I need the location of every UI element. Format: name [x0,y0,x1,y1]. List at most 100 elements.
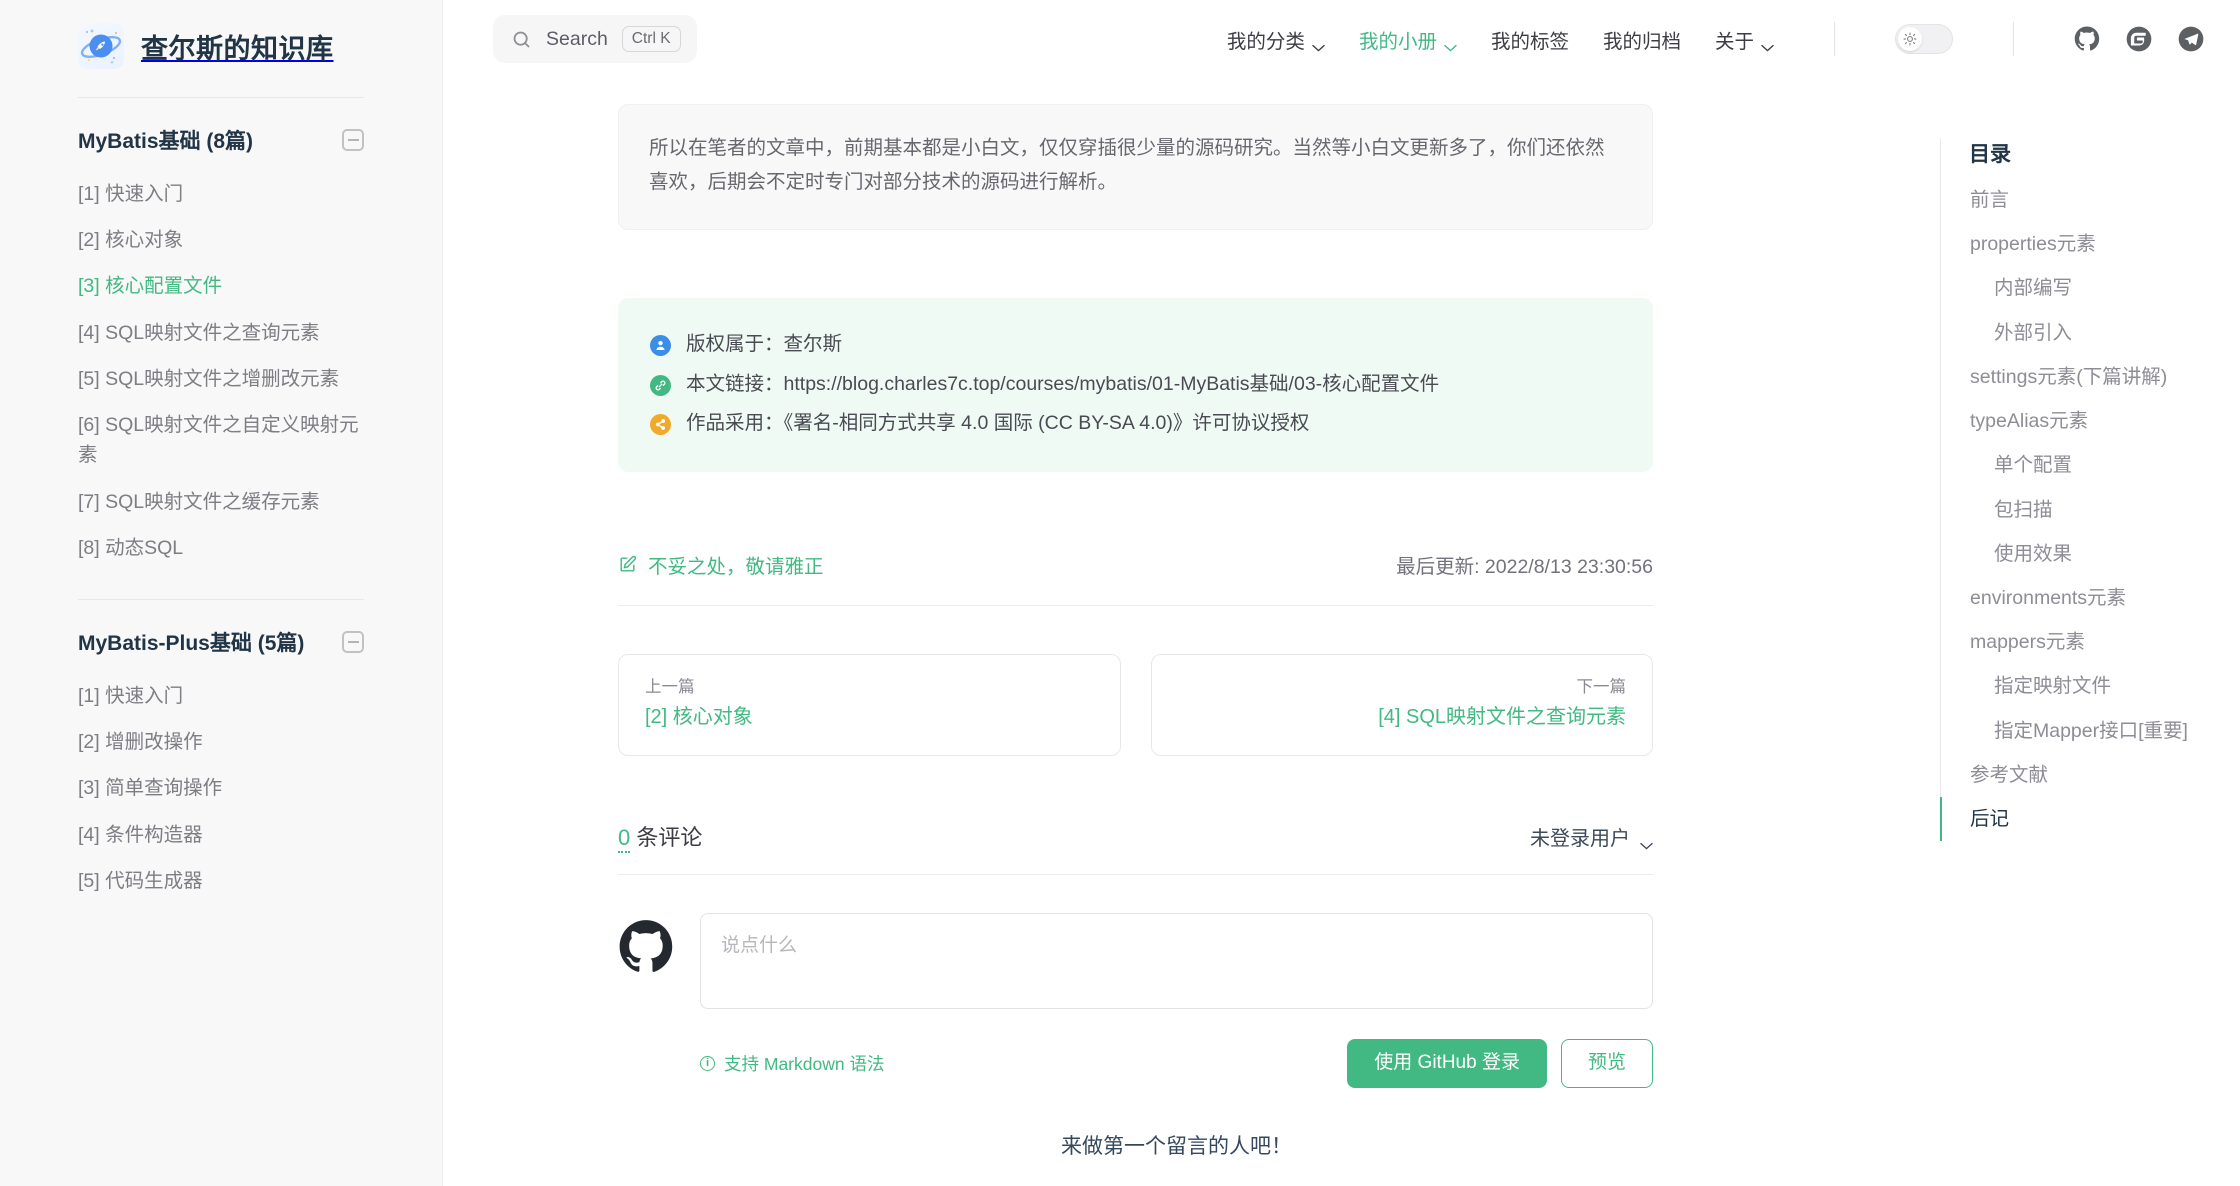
chevron-down-icon [1761,35,1774,43]
license-author-text: 版权属于：查尔斯 [686,330,842,359]
comment-user-dropdown[interactable]: 未登录用户 [1530,822,1653,851]
sidebar-item-5[interactable]: [5] SQL映射文件之增删改元素 [78,356,364,402]
sidebar-group-items-2: [1] 快速入门 [2] 增删改操作 [3] 简单查询操作 [4] 条件构造器 … [78,673,364,904]
github-login-button[interactable]: 使用 GitHub 登录 [1347,1039,1547,1088]
sidebar-item-2[interactable]: [2] 核心对象 [78,217,364,263]
license-license-text: 作品采用：《署名-相同方式共享 4.0 国际 (CC BY-SA 4.0)》许可… [686,409,1309,438]
sidebar-group-header-2[interactable]: MyBatis-Plus基础 (5篇) [78,600,364,673]
toc-item-13[interactable]: 参考文献 [1940,753,2220,797]
nav-item-label: 我的标签 [1491,25,1569,54]
gitee-icon[interactable] [2126,26,2152,52]
next-article-card[interactable]: 下一篇 [4] SQL映射文件之查询元素 [1151,654,1654,756]
sidebar-item-7[interactable]: [7] SQL映射文件之缓存元素 [78,479,364,525]
brand-logo-link[interactable]: 查尔斯的知识库 [0,0,442,92]
prev-article-card[interactable]: 上一篇 [2] 核心对象 [618,654,1121,756]
preview-button[interactable]: 预览 [1561,1039,1653,1088]
top-navigation-bar: Search Ctrl K 我的分类 我的小册 我的标签 [443,0,2240,78]
toc-item-8[interactable]: 使用效果 [1940,532,2220,576]
sidebar-item-8[interactable]: [8] 动态SQL [78,525,364,571]
chevron-down-icon [1312,35,1325,43]
comment-editor-footer: i 支持 Markdown 语法 使用 GitHub 登录 预览 [700,1039,1653,1088]
toc-item-7[interactable]: 包扫描 [1940,488,2220,532]
comment-textarea[interactable]: 说点什么 [700,913,1653,1009]
nav-item-label: 我的小册 [1359,25,1437,54]
sidebar-item-p4[interactable]: [4] 条件构造器 [78,812,364,858]
license-row-license: 作品采用：《署名-相同方式共享 4.0 国际 (CC BY-SA 4.0)》许可… [650,404,1621,443]
sidebar-item-p5[interactable]: [5] 代码生成器 [78,858,364,904]
sun-icon [1898,27,1922,51]
license-link-text[interactable]: 本文链接：https://blog.charles7c.top/courses/… [686,370,1439,399]
toc-item-12[interactable]: 指定Mapper接口[重要] [1940,709,2220,753]
article-pager: 上一篇 [2] 核心对象 下一篇 [4] SQL映射文件之查询元素 [618,654,1653,756]
toc-item-4[interactable]: settings元素(下篇讲解) [1940,355,2220,399]
toc-item-6[interactable]: 单个配置 [1940,443,2220,487]
toc-item-3[interactable]: 外部引入 [1940,311,2220,355]
nav-item-label: 关于 [1715,25,1754,54]
comment-editor-row: 说点什么 i 支持 Markdown 语法 使用 GitHub 登录 预览 [618,913,1653,1160]
info-circle-icon: i [700,1056,715,1071]
nav-item-label: 我的归档 [1603,25,1681,54]
comment-editor-column: 说点什么 i 支持 Markdown 语法 使用 GitHub 登录 预览 [700,913,1653,1160]
doc-body: 所以在笔者的文章中，前期基本都是小白文，仅仅穿插很少量的源码研究。当然等小白文更… [618,104,1653,1160]
sidebar-item-3[interactable]: [3] 核心配置文件 [78,263,364,309]
github-avatar-icon [618,919,674,975]
social-divider [2013,22,2014,56]
sidebar-group-mybatis: MyBatis基础 (8篇) [1] 快速入门 [2] 核心对象 [3] 核心配… [0,98,442,571]
planet-rocket-logo-icon [78,23,124,69]
toc-item-9[interactable]: environments元素 [1940,576,2220,620]
sidebar: 查尔斯的知识库 MyBatis基础 (8篇) [1] 快速入门 [2] 核心对象… [0,0,443,1186]
comment-count-number: 0 [618,825,630,853]
chevron-down-icon [1444,35,1457,43]
toc-item-10[interactable]: mappers元素 [1940,620,2220,664]
article-content: 所以在笔者的文章中，前期基本都是小白文，仅仅穿插很少量的源码研究。当然等小白文更… [443,78,1813,1186]
markdown-hint-label: 支持 Markdown 语法 [724,1051,884,1076]
toc-item-14[interactable]: 后记 [1940,797,2220,841]
toc-title: 目录 [1941,138,2220,178]
nav-item-booklets[interactable]: 我的小册 [1359,25,1457,54]
chevron-down-icon [1640,833,1653,841]
github-icon[interactable] [2074,26,2100,52]
toc-item-5[interactable]: typeAlias元素 [1940,399,2220,443]
sidebar-group-mybatis-plus: MyBatis-Plus基础 (5篇) [1] 快速入门 [2] 增删改操作 [… [0,600,442,904]
user-icon [650,335,671,356]
sidebar-item-p1[interactable]: [1] 快速入门 [78,673,364,719]
social-links [2074,26,2204,52]
search-label: Search [546,28,608,51]
toc-item-11[interactable]: 指定映射文件 [1940,664,2220,708]
nav-item-label: 我的分类 [1227,25,1305,54]
nav-item-categories[interactable]: 我的分类 [1227,25,1325,54]
nav-item-about[interactable]: 关于 [1715,25,1774,54]
main-area: Search Ctrl K 我的分类 我的小册 我的标签 [443,0,2240,1186]
nav-divider [1834,22,1835,56]
search-input[interactable]: Search Ctrl K [493,15,697,63]
minus-square-icon[interactable] [342,129,364,151]
sidebar-group-header[interactable]: MyBatis基础 (8篇) [78,98,364,171]
telegram-icon[interactable] [2178,26,2204,52]
sidebar-group-title-2: MyBatis-Plus基础 (5篇) [78,627,304,657]
toc-item-2[interactable]: 内部编写 [1940,266,2220,310]
share-icon [650,414,671,435]
license-row-author: 版权属于：查尔斯 [650,325,1621,364]
toc-item-0[interactable]: 前言 [1940,178,2220,222]
license-box: 版权属于：查尔斯 本文链接：https://blog.charles7c.top… [618,298,1653,472]
comment-placeholder: 说点什么 [721,935,797,956]
markdown-hint: i 支持 Markdown 语法 [700,1051,884,1076]
sidebar-item-p3[interactable]: [3] 简单查询操作 [78,765,364,811]
nav-item-tags[interactable]: 我的标签 [1491,25,1569,54]
sidebar-item-1[interactable]: [1] 快速入门 [78,171,364,217]
sidebar-item-4[interactable]: [4] SQL映射文件之查询元素 [78,310,364,356]
sidebar-item-p2[interactable]: [2] 增删改操作 [78,719,364,765]
license-row-link: 本文链接：https://blog.charles7c.top/courses/… [650,365,1621,404]
toc-item-1[interactable]: properties元素 [1940,222,2220,266]
minus-square-icon[interactable] [342,631,364,653]
edit-icon [618,555,637,574]
nav-item-archive[interactable]: 我的归档 [1603,25,1681,54]
edit-page-link[interactable]: 不妥之处，敬请雅正 [618,550,824,579]
sidebar-group-title: MyBatis基础 (8篇) [78,125,253,155]
theme-toggle[interactable] [1895,24,1953,54]
last-updated: 最后更新: 2022/8/13 23:30:56 [1396,550,1653,579]
search-shortcut-badge: Ctrl K [622,26,681,53]
app-root: 查尔斯的知识库 MyBatis基础 (8篇) [1] 快速入门 [2] 核心对象… [0,0,2240,1186]
sidebar-item-6[interactable]: [6] SQL映射文件之自定义映射元素 [78,402,364,478]
empty-comments-message: 来做第一个留言的人吧！ [700,1130,1653,1160]
